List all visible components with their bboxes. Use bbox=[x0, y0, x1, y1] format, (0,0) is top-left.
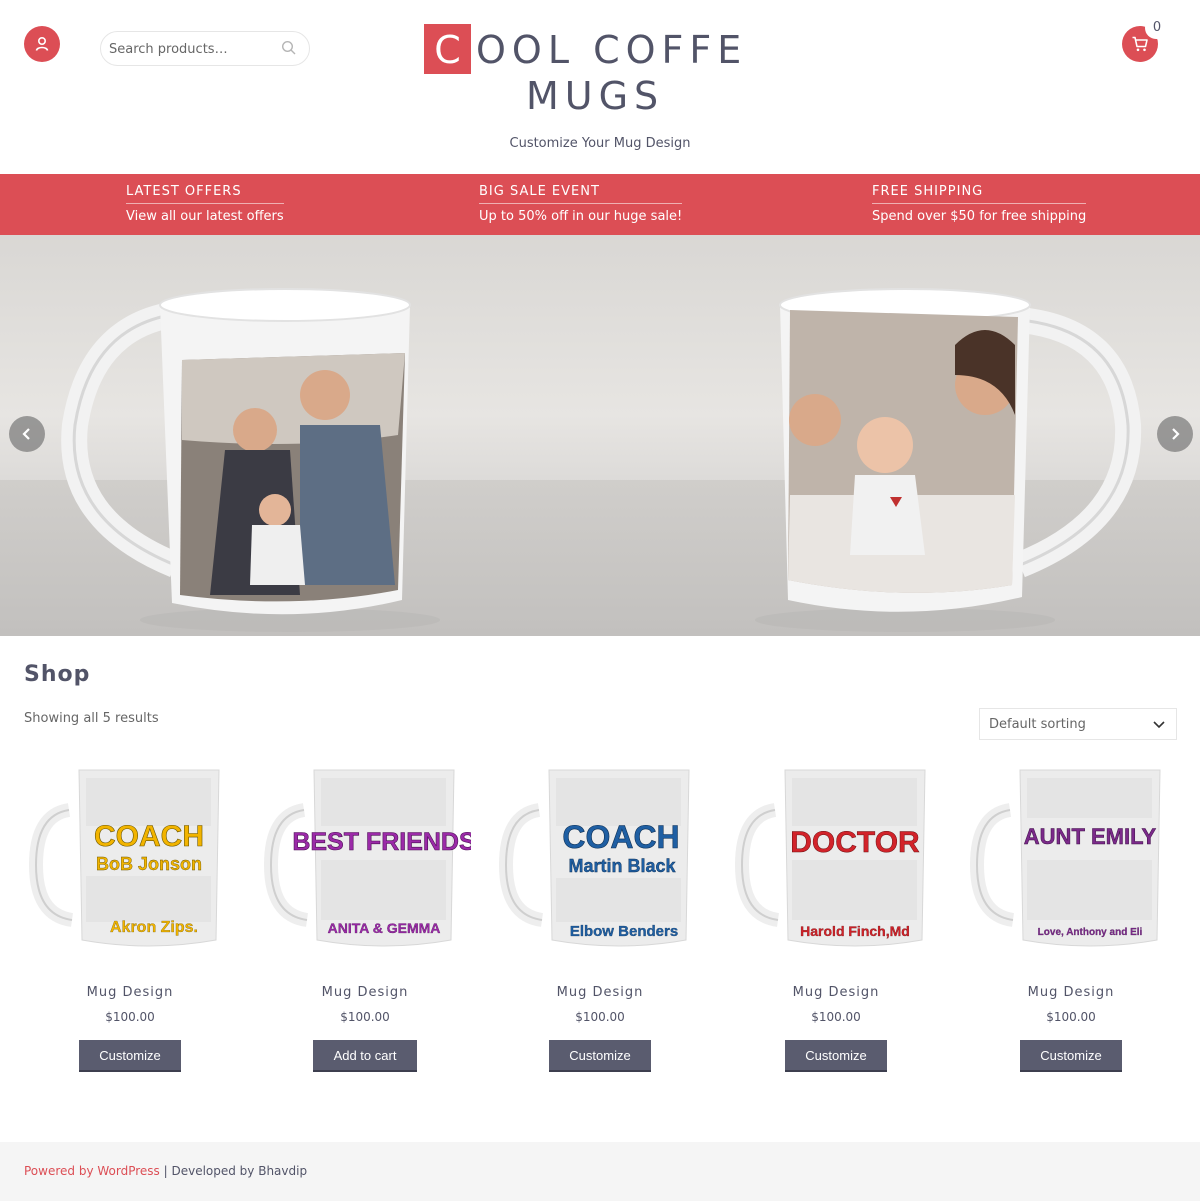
user-icon bbox=[35, 36, 49, 51]
cart-count-badge: 0 bbox=[1145, 17, 1169, 39]
sorting-value: Default sorting bbox=[989, 717, 1086, 732]
mug-print-title: AUNT EMILY bbox=[1024, 824, 1157, 849]
customize-button[interactable]: Customize bbox=[79, 1040, 181, 1072]
wordpress-link[interactable]: Powered by WordPress bbox=[24, 1164, 160, 1178]
footer-credits: Powered by WordPress | Developed by Bhav… bbox=[24, 1164, 307, 1178]
customize-button[interactable]: Customize bbox=[785, 1040, 887, 1072]
product-price: $100.00 bbox=[105, 1010, 155, 1024]
product-card: DOCTOR Harold Finch,Md Mug Design $100.0… bbox=[730, 760, 942, 1080]
product-card: COACH Martin Black Elbow Benders Mug Des… bbox=[494, 760, 706, 1080]
product-price: $100.00 bbox=[811, 1010, 861, 1024]
promo-text: View all our latest offers bbox=[126, 209, 284, 224]
promo-big-sale[interactable]: BIG SALE EVENT Up to 50% off in our huge… bbox=[479, 184, 683, 224]
search-box bbox=[100, 31, 310, 66]
mug-print-title: COACH bbox=[94, 820, 204, 853]
slider-next-button[interactable] bbox=[1157, 416, 1193, 452]
sorting-select[interactable]: Default sorting bbox=[979, 708, 1177, 740]
product-card: AUNT EMILY Love, Anthony and Eli Mug Des… bbox=[965, 760, 1177, 1080]
search-input[interactable] bbox=[109, 38, 279, 60]
cart-icon bbox=[1132, 36, 1148, 52]
mug-print-name: BoB Jonson bbox=[96, 854, 202, 874]
mug-print-footer: Harold Finch,Md bbox=[800, 923, 910, 939]
product-title[interactable]: Mug Design bbox=[965, 985, 1177, 1000]
logo-line-2: MUGS bbox=[526, 74, 665, 118]
developer-credit: Developed by Bhavdip bbox=[171, 1164, 308, 1178]
mug-print-name: Martin Black bbox=[568, 856, 676, 876]
customize-button[interactable]: Customize bbox=[549, 1040, 651, 1072]
mug-print-footer: Love, Anthony and Eli bbox=[1038, 927, 1143, 938]
logo-initial: C bbox=[424, 24, 471, 74]
product-title[interactable]: Mug Design bbox=[24, 985, 236, 1000]
promo-free-shipping[interactable]: FREE SHIPPING Spend over $50 for free sh… bbox=[872, 184, 1087, 224]
hero-slider bbox=[0, 235, 1200, 636]
product-price: $100.00 bbox=[340, 1010, 390, 1024]
mug-print-footer: ANITA & GEMMA bbox=[328, 920, 441, 936]
chevron-right-icon bbox=[1172, 428, 1180, 440]
account-button[interactable] bbox=[24, 26, 60, 62]
mug-print-title: BEST FRIENDS bbox=[292, 828, 471, 856]
promo-title: FREE SHIPPING bbox=[872, 184, 1087, 204]
product-image[interactable]: AUNT EMILY Love, Anthony and Eli bbox=[965, 760, 1177, 960]
product-image[interactable]: BEST FRIENDS ANITA & GEMMA bbox=[259, 760, 471, 960]
product-title[interactable]: Mug Design bbox=[730, 985, 942, 1000]
promo-text: Spend over $50 for free shipping bbox=[872, 209, 1087, 224]
add-to-cart-button[interactable]: Add to cart bbox=[313, 1040, 417, 1072]
product-image[interactable]: COACH Martin Black Elbow Benders bbox=[494, 760, 706, 960]
promo-bar: LATEST OFFERS View all our latest offers… bbox=[0, 174, 1200, 235]
promo-title: BIG SALE EVENT bbox=[479, 184, 683, 204]
mug-print-footer: Elbow Benders bbox=[570, 923, 678, 940]
site-footer: Powered by WordPress | Developed by Bhav… bbox=[0, 1142, 1200, 1201]
product-image[interactable]: DOCTOR Harold Finch,Md bbox=[730, 760, 942, 960]
promo-latest-offers[interactable]: LATEST OFFERS View all our latest offers bbox=[126, 184, 284, 224]
promo-title: LATEST OFFERS bbox=[126, 184, 284, 204]
chevron-down-icon bbox=[1153, 721, 1165, 729]
product-price: $100.00 bbox=[1046, 1010, 1096, 1024]
product-price: $100.00 bbox=[575, 1010, 625, 1024]
product-title[interactable]: Mug Design bbox=[494, 985, 706, 1000]
product-card: BEST FRIENDS ANITA & GEMMA Mug Design $1… bbox=[259, 760, 471, 1080]
product-card: COACH BoB Jonson Akron Zips. Mug Design … bbox=[24, 760, 236, 1080]
page-title: Shop bbox=[24, 662, 91, 687]
promo-text: Up to 50% off in our huge sale! bbox=[479, 209, 683, 224]
mug-print-footer: Akron Zips. bbox=[110, 919, 198, 936]
product-title[interactable]: Mug Design bbox=[259, 985, 471, 1000]
hero-image bbox=[61, 288, 1142, 632]
slider-prev-button[interactable] bbox=[9, 416, 45, 452]
footer-separator: | bbox=[159, 1164, 172, 1178]
mug-print-title: COACH bbox=[562, 819, 679, 855]
chevron-left-icon bbox=[22, 428, 30, 440]
product-image[interactable]: COACH BoB Jonson Akron Zips. bbox=[24, 760, 236, 960]
logo-line-1: OOL COFFE bbox=[476, 28, 748, 72]
site-tagline: Customize Your Mug Design bbox=[509, 136, 691, 151]
site-header: C OOL COFFE MUGS Customize Your Mug Desi… bbox=[0, 0, 1200, 174]
site-logo[interactable]: C OOL COFFE MUGS bbox=[424, 24, 784, 120]
search-icon[interactable] bbox=[281, 40, 297, 56]
result-count: Showing all 5 results bbox=[24, 711, 159, 726]
customize-button[interactable]: Customize bbox=[1020, 1040, 1122, 1072]
mug-print-title: DOCTOR bbox=[790, 826, 920, 859]
